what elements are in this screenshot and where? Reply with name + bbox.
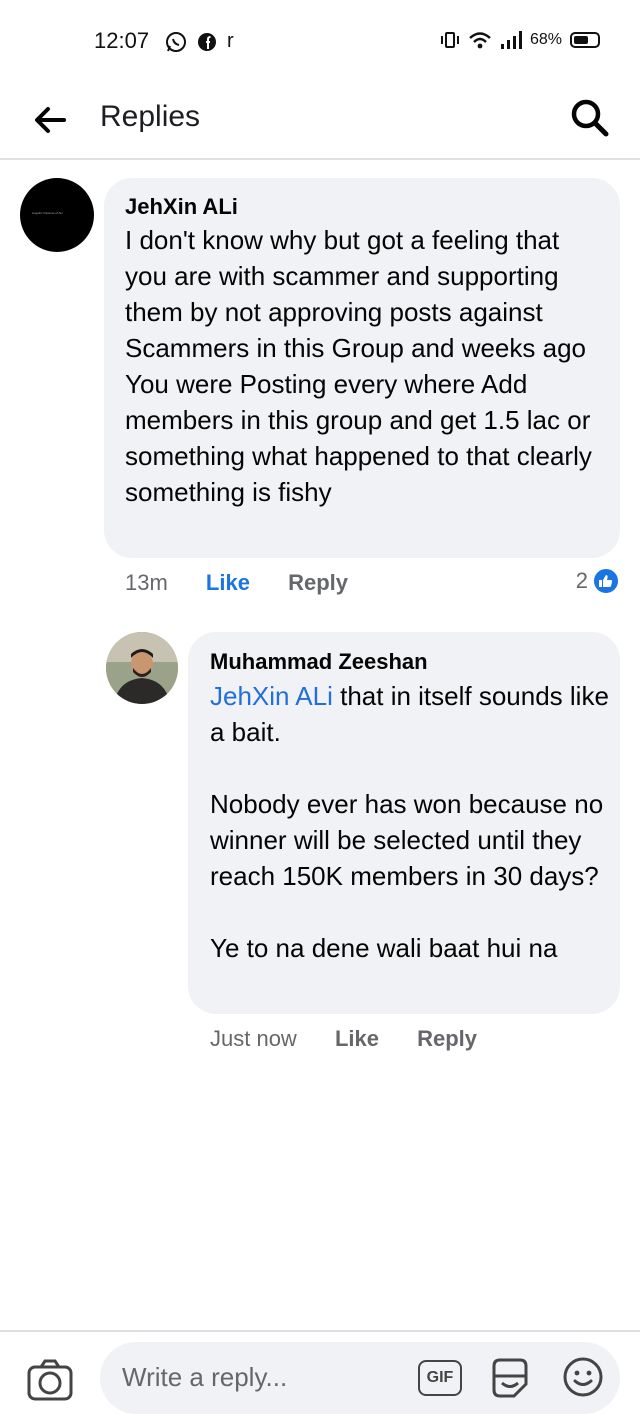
mention-link[interactable]: JehXin ALi bbox=[210, 681, 333, 711]
status-notification-icons: r bbox=[165, 30, 234, 53]
avatar[interactable] bbox=[106, 632, 178, 704]
avatar-caption: Angelic Universe of ALi bbox=[32, 211, 63, 215]
comment-author[interactable]: Muhammad Zeeshan bbox=[210, 649, 428, 675]
reaction-summary[interactable]: 2 bbox=[576, 567, 620, 595]
comment-actions: 13m Like Reply bbox=[125, 570, 380, 596]
vibrate-icon bbox=[440, 32, 459, 48]
comment-actions: Just now Like Reply bbox=[210, 1026, 509, 1052]
profile-photo-icon bbox=[106, 632, 178, 704]
comment-text: I don't know why but got a feeling that … bbox=[125, 225, 592, 507]
status-bar: 12:07 r 68% bbox=[0, 0, 640, 84]
reply-button[interactable]: Reply bbox=[417, 1026, 477, 1051]
page-title: Replies bbox=[100, 100, 201, 133]
status-time: 12:07 bbox=[94, 28, 150, 53]
status-system-icons: 68% bbox=[440, 30, 600, 50]
comment-time: Just now bbox=[210, 1026, 297, 1051]
like-button[interactable]: Like bbox=[206, 570, 250, 595]
search-icon[interactable] bbox=[568, 96, 612, 140]
whatsapp-icon bbox=[166, 31, 186, 52]
comment-time: 13m bbox=[125, 570, 168, 595]
emoji-icon[interactable] bbox=[562, 1356, 604, 1398]
like-button[interactable]: Like bbox=[335, 1026, 379, 1051]
avatar[interactable]: Angelic Universe of ALi bbox=[20, 178, 94, 252]
reply-input[interactable]: Write a reply... GIF bbox=[100, 1342, 620, 1414]
reaction-count: 2 bbox=[575, 568, 588, 593]
gif-button[interactable]: GIF bbox=[418, 1360, 462, 1396]
thumbs-up-icon bbox=[592, 567, 620, 595]
reply-button[interactable]: Reply bbox=[288, 570, 348, 595]
reply-placeholder: Write a reply... bbox=[122, 1362, 288, 1392]
status-letter: r bbox=[227, 30, 234, 52]
header: Replies bbox=[0, 84, 640, 160]
camera-icon[interactable] bbox=[26, 1358, 74, 1402]
signal-icon bbox=[500, 31, 522, 49]
battery-percent: 68% bbox=[529, 31, 562, 48]
comment-author[interactable]: JehXin ALi bbox=[125, 194, 238, 220]
battery-icon bbox=[570, 32, 600, 48]
wifi-icon bbox=[469, 32, 491, 49]
comment-text: JehXin ALi that in itself sounds like a … bbox=[210, 678, 610, 966]
facebook-icon bbox=[198, 32, 216, 51]
back-arrow-icon[interactable] bbox=[30, 100, 70, 140]
comment-text-body: that in itself sounds like a bait. Nobod… bbox=[210, 681, 609, 963]
sticker-icon[interactable] bbox=[488, 1356, 532, 1400]
reply-composer: Write a reply... GIF bbox=[0, 1330, 640, 1422]
